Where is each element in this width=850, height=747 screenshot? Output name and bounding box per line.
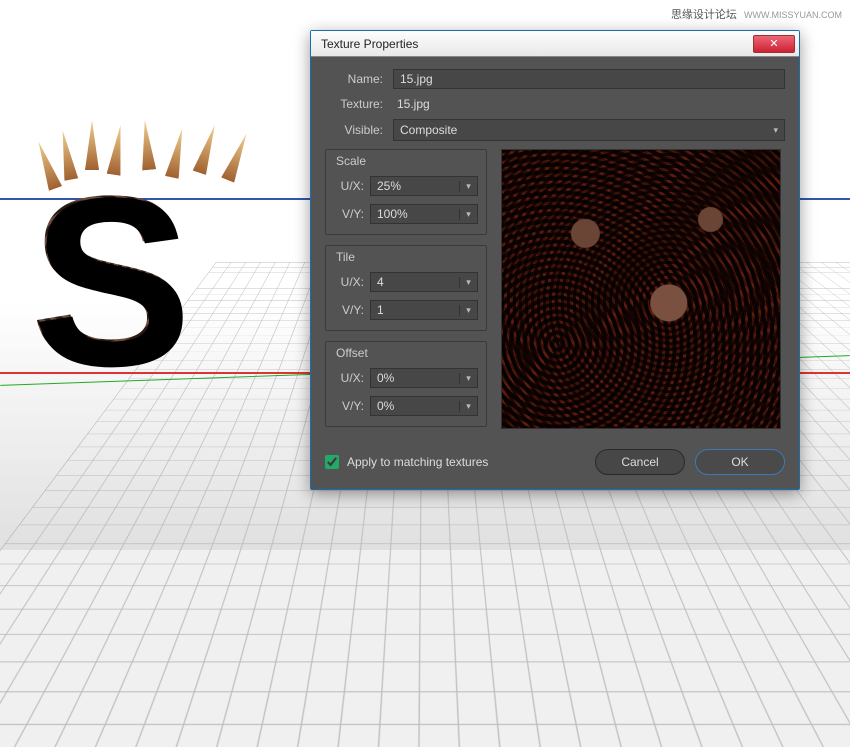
chevron-down-icon: ▾ [459, 209, 477, 220]
chevron-down-icon: ▾ [459, 277, 477, 288]
tile-vy-input[interactable]: 1▾ [370, 300, 478, 320]
watermark-sub: WWW.MISSYUAN.COM [744, 10, 842, 20]
apply-matching-label: Apply to matching textures [347, 455, 488, 469]
texture-label: Texture: [325, 97, 393, 111]
visible-value: Composite [400, 123, 457, 137]
chevron-down-icon: ▾ [773, 125, 778, 136]
scale-vy-label: V/Y: [334, 207, 370, 221]
chevron-down-icon: ▾ [459, 401, 477, 412]
offset-legend: Offset [336, 346, 368, 360]
texture-value: 15.jpg [393, 97, 430, 111]
chevron-down-icon: ▾ [459, 305, 477, 316]
watermark-main: 思缘设计论坛 [671, 9, 737, 21]
name-input[interactable] [393, 69, 785, 89]
ok-button[interactable]: OK [695, 449, 785, 475]
offset-vy-input[interactable]: 0%▾ [370, 396, 478, 416]
texture-properties-dialog: Texture Properties ✕ Name: Texture: 15.j… [310, 30, 800, 490]
tile-ux-label: U/X: [334, 275, 370, 289]
close-button[interactable]: ✕ [753, 35, 795, 53]
3d-spikes [30, 120, 270, 200]
name-label: Name: [325, 72, 393, 86]
close-icon: ✕ [769, 37, 778, 50]
scale-legend: Scale [336, 154, 366, 168]
scale-vy-input[interactable]: 100%▾ [370, 204, 478, 224]
scale-ux-input[interactable]: 25%▾ [370, 176, 478, 196]
apply-matching-checkbox[interactable] [325, 455, 339, 469]
scale-group: Scale U/X: 25%▾ V/Y: 100%▾ [325, 149, 487, 235]
tile-group: Tile U/X: 4▾ V/Y: 1▾ [325, 245, 487, 331]
tile-ux-input[interactable]: 4▾ [370, 272, 478, 292]
offset-group: Offset U/X: 0%▾ V/Y: 0%▾ [325, 341, 487, 427]
texture-preview [501, 149, 781, 429]
dialog-titlebar[interactable]: Texture Properties ✕ [311, 31, 799, 57]
tile-legend: Tile [336, 250, 355, 264]
scale-ux-label: U/X: [334, 179, 370, 193]
chevron-down-icon: ▾ [459, 181, 477, 192]
cancel-button[interactable]: Cancel [595, 449, 685, 475]
offset-ux-input[interactable]: 0%▾ [370, 368, 478, 388]
offset-vy-label: V/Y: [334, 399, 370, 413]
visible-select[interactable]: Composite ▾ [393, 119, 785, 141]
chevron-down-icon: ▾ [459, 373, 477, 384]
watermark: 思缘设计论坛 WWW.MISSYUAN.COM [671, 6, 842, 22]
dialog-title: Texture Properties [321, 37, 418, 51]
offset-ux-label: U/X: [334, 371, 370, 385]
tile-vy-label: V/Y: [334, 303, 370, 317]
visible-label: Visible: [325, 123, 393, 137]
